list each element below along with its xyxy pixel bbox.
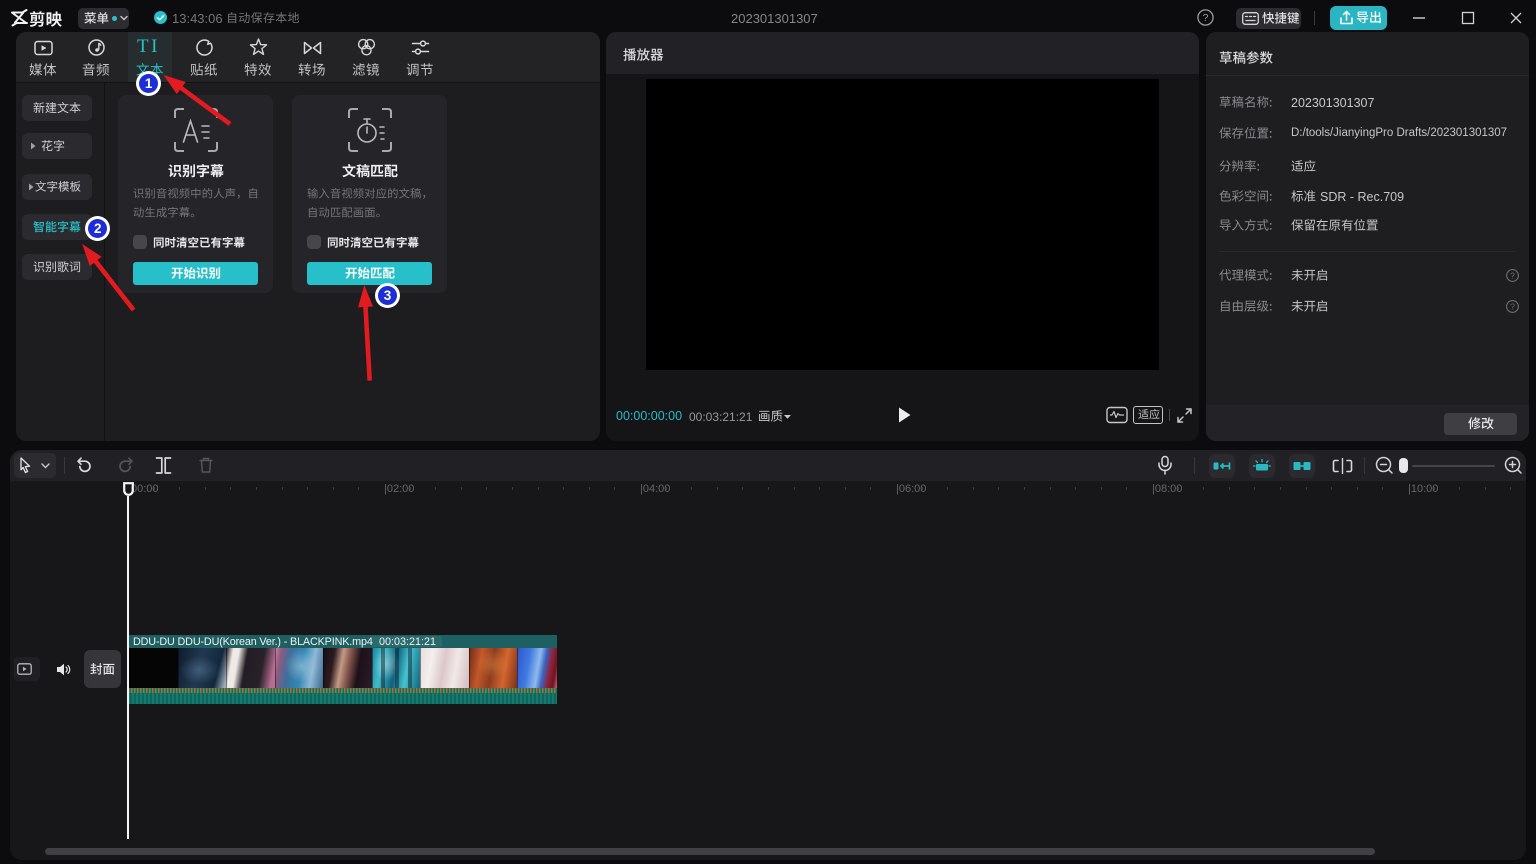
svg-text:?: ?	[1203, 12, 1209, 24]
svg-text:?: ?	[1510, 271, 1515, 281]
svg-text:?: ?	[1510, 302, 1515, 312]
